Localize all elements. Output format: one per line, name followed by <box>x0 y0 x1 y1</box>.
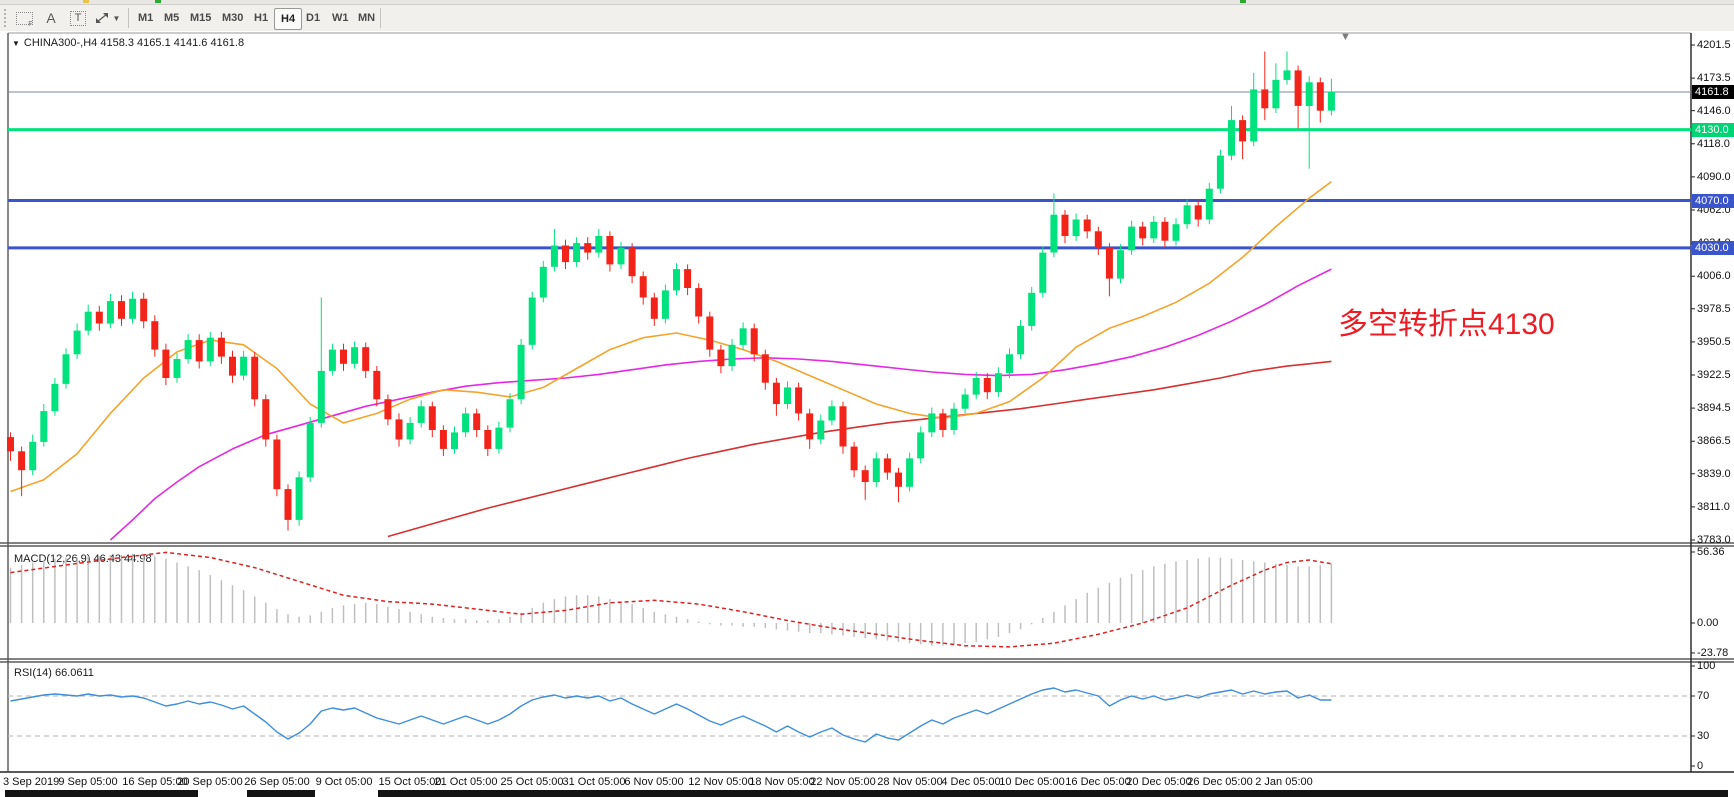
price-axis-tick[interactable]: 3811.0 <box>1697 500 1730 514</box>
rsi-axis-tick[interactable]: 70 <box>1697 689 1709 703</box>
price-axis-tick[interactable]: 3922.5 <box>1697 368 1731 382</box>
macd-axis-tick[interactable]: -23.78 <box>1697 646 1728 660</box>
price-axis-tick[interactable]: 4173.5 <box>1697 71 1731 85</box>
price-axis-tick[interactable]: 3950.5 <box>1697 335 1731 349</box>
hline-price-badge: 4070.0 <box>1692 194 1734 208</box>
time-axis-label[interactable]: 10 Dec 05:00 <box>998 776 1066 788</box>
price-axis-tick[interactable]: 4201.5 <box>1697 38 1731 52</box>
hline-price-badge: 4130.0 <box>1692 123 1734 137</box>
time-axis-label[interactable]: 9 Oct 05:00 <box>310 776 378 788</box>
price-axis-tick[interactable]: 3866.5 <box>1697 434 1731 448</box>
time-axis-label[interactable]: 9 Sep 05:00 <box>54 776 122 788</box>
time-axis-label[interactable]: 2 Jan 05:00 <box>1250 776 1318 788</box>
time-axis-label[interactable]: 4 Dec 05:00 <box>937 776 1005 788</box>
clipped-bottom-panel <box>5 790 198 797</box>
price-axis-tick[interactable]: 4118.0 <box>1697 137 1730 151</box>
time-axis-label[interactable]: 26 Sep 05:00 <box>243 776 311 788</box>
time-axis-label[interactable]: 22 Nov 05:00 <box>809 776 877 788</box>
clipped-bottom-panel <box>378 790 1728 797</box>
time-axis-label[interactable]: 16 Dec 05:00 <box>1064 776 1132 788</box>
time-axis-label[interactable]: 25 Oct 05:00 <box>498 776 566 788</box>
chart-canvas[interactable] <box>0 0 1734 797</box>
clipped-bottom-panel <box>247 790 315 797</box>
time-axis-label[interactable]: 28 Nov 05:00 <box>876 776 944 788</box>
time-axis-label[interactable]: 6 Nov 05:00 <box>620 776 688 788</box>
price-axis-tick[interactable]: 4090.0 <box>1697 170 1731 184</box>
time-axis-label[interactable]: 18 Nov 05:00 <box>748 776 816 788</box>
hline-price-badge: 4030.0 <box>1692 241 1734 255</box>
macd-axis-tick[interactable]: 0.00 <box>1697 616 1718 630</box>
time-axis-label[interactable]: 26 Dec 05:00 <box>1186 776 1254 788</box>
macd-axis-tick[interactable]: 56.36 <box>1697 545 1725 559</box>
price-axis-tick[interactable]: 3839.0 <box>1697 467 1731 481</box>
price-axis-tick[interactable]: 4146.0 <box>1697 104 1731 118</box>
mt4-terminal: F A T ▼ M1M5M15M30H1H4D1W1MN ▼CHINA300-,… <box>0 0 1734 797</box>
time-axis-label[interactable]: 12 Nov 05:00 <box>687 776 755 788</box>
price-axis-tick[interactable]: 3894.5 <box>1697 401 1731 415</box>
time-axis-label[interactable]: 20 Sep 05:00 <box>176 776 244 788</box>
rsi-axis-tick[interactable]: 0 <box>1697 759 1703 773</box>
time-axis-label[interactable]: 3 Sep 2019 <box>3 776 59 788</box>
rsi-axis-tick[interactable]: 100 <box>1697 659 1715 673</box>
price-axis-tick[interactable]: 3978.5 <box>1697 302 1731 316</box>
time-axis-label[interactable]: 31 Oct 05:00 <box>560 776 628 788</box>
time-axis-label[interactable]: 20 Dec 05:00 <box>1125 776 1193 788</box>
current-price-badge: 4161.8 <box>1692 85 1734 99</box>
price-axis-tick[interactable]: 4006.0 <box>1697 269 1731 283</box>
rsi-axis-tick[interactable]: 30 <box>1697 729 1709 743</box>
time-axis-label[interactable]: 21 Oct 05:00 <box>432 776 500 788</box>
